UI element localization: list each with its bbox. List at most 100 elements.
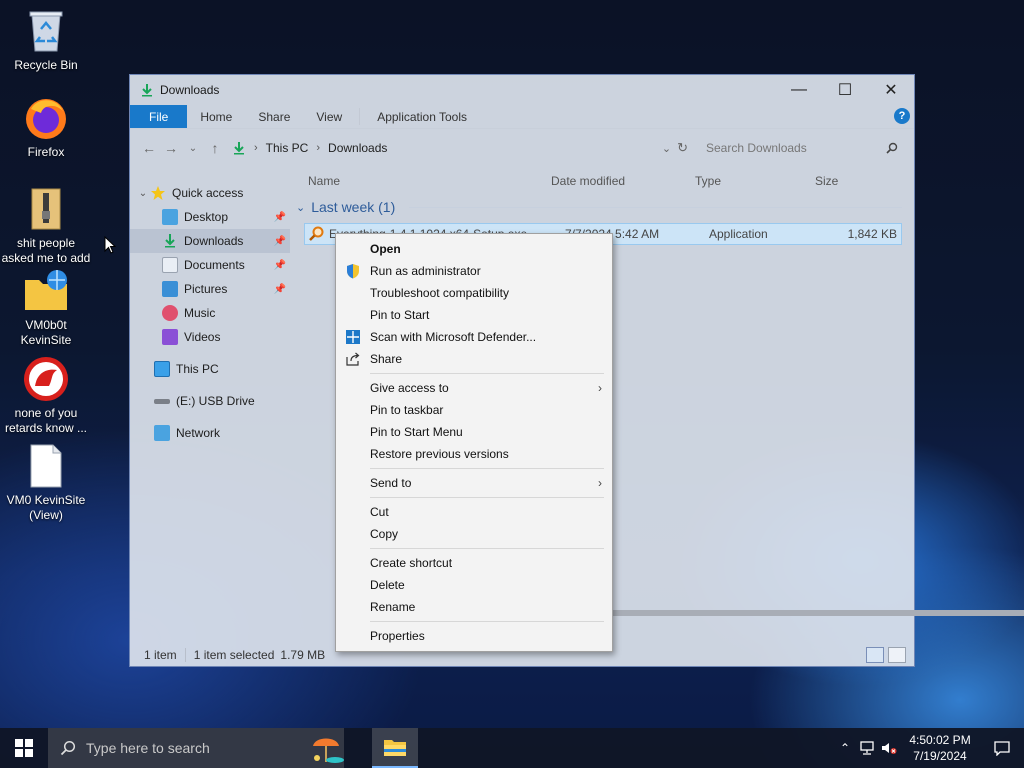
tab-view[interactable]: View [303, 105, 355, 128]
desktop-icon-vm0-kevinsite[interactable]: VM0 KevinSite (View) [0, 443, 92, 523]
menu-separator [370, 497, 604, 498]
up-arrow-icon[interactable]: ↑ [204, 140, 226, 156]
defender-icon [345, 329, 361, 345]
group-label: Last week (1) [311, 199, 396, 215]
title-bar[interactable]: Downloads — ☐ ✕ [130, 75, 914, 105]
menu-restore-previous-versions[interactable]: Restore previous versions [336, 443, 612, 465]
desktop-icon-recycle-bin[interactable]: Recycle Bin [0, 8, 92, 73]
pin-icon: 📌 [273, 211, 286, 223]
breadcrumb-downloads[interactable]: Downloads [328, 141, 387, 155]
menu-copy[interactable]: Copy [336, 523, 612, 545]
forward-arrow-icon[interactable]: → [160, 140, 182, 156]
tab-home[interactable]: Home [187, 105, 245, 128]
notification-center-button[interactable] [980, 740, 1024, 756]
search-box[interactable]: Search Downloads [698, 136, 906, 160]
minimize-button[interactable]: — [776, 75, 822, 105]
window-title: Downloads [160, 83, 220, 97]
nav-music[interactable]: Music [130, 301, 290, 325]
start-button[interactable] [0, 728, 48, 768]
menu-open[interactable]: Open [336, 238, 612, 260]
menu-pin-to-start-menu[interactable]: Pin to Start Menu [336, 421, 612, 443]
column-date-modified[interactable]: Date modified [551, 174, 695, 188]
tray-chevron-icon[interactable]: ⌃ [834, 741, 856, 755]
collapse-chevron-icon[interactable]: ⌄ [296, 201, 305, 214]
nav-documents[interactable]: Documents 📌 [130, 253, 290, 277]
menu-label: Run as administrator [370, 264, 481, 278]
nav-desktop[interactable]: Desktop 📌 [130, 205, 290, 229]
column-size[interactable]: Size [815, 174, 838, 188]
file-size: 1,842 KB [847, 227, 897, 241]
ribbon: File Home Share View Application Tools ? [130, 105, 914, 129]
nav-this-pc[interactable]: This PC [130, 357, 290, 381]
downloads-location-icon [234, 142, 244, 155]
pin-icon: 📌 [273, 259, 286, 271]
recent-locations-chevron-icon[interactable]: ⌄ [182, 143, 204, 154]
menu-separator [370, 548, 604, 549]
menu-share[interactable]: Share [336, 348, 612, 370]
search-input[interactable]: Search Downloads [706, 141, 886, 155]
pin-icon: 📌 [273, 283, 286, 295]
details-view-icon[interactable] [866, 647, 884, 663]
breadcrumb[interactable]: › This PC › Downloads [232, 141, 387, 155]
desktop-icon-none-of-you[interactable]: none of you retards know ... [0, 356, 92, 436]
refresh-icon[interactable]: ↻ [677, 140, 688, 156]
desktop-icon-vm0b0t[interactable]: VM0b0t KevinSite [0, 268, 92, 348]
group-header-last-week[interactable]: ⌄ Last week (1) [290, 199, 914, 215]
menu-troubleshoot-compatibility[interactable]: Troubleshoot compatibility [336, 282, 612, 304]
tab-application-tools[interactable]: Application Tools [364, 105, 480, 128]
breadcrumb-this-pc[interactable]: This PC [266, 141, 309, 155]
maximize-button[interactable]: ☐ [822, 75, 868, 105]
desktop-icon-firefox[interactable]: Firefox [0, 95, 92, 160]
document-icon [23, 443, 69, 489]
nav-quick-access[interactable]: ⌄ Quick access [130, 181, 290, 205]
share-icon [345, 351, 361, 367]
desktop-icon-label: Recycle Bin [14, 58, 78, 72]
large-icons-view-icon[interactable] [888, 647, 906, 663]
tab-file[interactable]: File [130, 105, 188, 128]
clock[interactable]: 4:50:02 PM 7/19/2024 [900, 732, 980, 764]
close-button[interactable]: ✕ [868, 75, 914, 105]
submenu-chevron-icon: › [598, 381, 602, 395]
menu-properties[interactable]: Properties [336, 625, 612, 647]
nav-network[interactable]: Network [130, 421, 290, 445]
menu-cut[interactable]: Cut [336, 501, 612, 523]
nav-downloads[interactable]: Downloads 📌 [130, 229, 290, 253]
desktop-icon-folder[interactable]: shit people asked me to add [0, 186, 92, 266]
menu-pin-to-taskbar[interactable]: Pin to taskbar [336, 399, 612, 421]
nav-pictures[interactable]: Pictures 📌 [130, 277, 290, 301]
menu-run-as-administrator[interactable]: Run as administrator [336, 260, 612, 282]
nav-usb-drive[interactable]: (E:) USB Drive [130, 389, 290, 413]
computer-icon [154, 361, 170, 377]
menu-give-access-to[interactable]: Give access to › [336, 377, 612, 399]
recycle-bin-icon [23, 8, 69, 54]
notification-icon [994, 741, 1010, 756]
column-name[interactable]: Name [290, 174, 551, 188]
videos-folder-icon [162, 329, 178, 345]
menu-scan-defender[interactable]: Scan with Microsoft Defender... [336, 326, 612, 348]
nav-label: (E:) USB Drive [176, 394, 255, 408]
file-type: Application [709, 227, 768, 241]
folder-icon [384, 740, 406, 756]
help-icon[interactable]: ? [894, 108, 910, 124]
back-arrow-icon[interactable]: ← [138, 140, 160, 156]
expand-chevron-icon[interactable]: ⌄ [136, 188, 150, 199]
menu-rename[interactable]: Rename [336, 596, 612, 618]
taskbar-search-input[interactable]: Type here to search [86, 740, 210, 756]
address-dropdown-icon[interactable]: ⌄ [662, 142, 671, 155]
tab-share[interactable]: Share [245, 105, 303, 128]
taskbar-app-file-explorer[interactable] [372, 728, 418, 768]
taskbar-app-beach[interactable] [304, 728, 350, 768]
menu-delete[interactable]: Delete [336, 574, 612, 596]
clock-date: 7/19/2024 [913, 749, 967, 763]
desktop-folder-icon [162, 209, 178, 225]
volume-muted-icon[interactable] [878, 741, 900, 755]
nav-label: Desktop [184, 210, 229, 224]
taskbar-search-box[interactable]: Type here to search [48, 728, 344, 768]
column-type[interactable]: Type [695, 174, 815, 188]
network-status-icon[interactable] [856, 741, 878, 755]
nav-videos[interactable]: Videos [130, 325, 290, 349]
menu-pin-to-start[interactable]: Pin to Start [336, 304, 612, 326]
search-icon [60, 740, 76, 756]
menu-send-to[interactable]: Send to › [336, 472, 612, 494]
menu-create-shortcut[interactable]: Create shortcut [336, 552, 612, 574]
